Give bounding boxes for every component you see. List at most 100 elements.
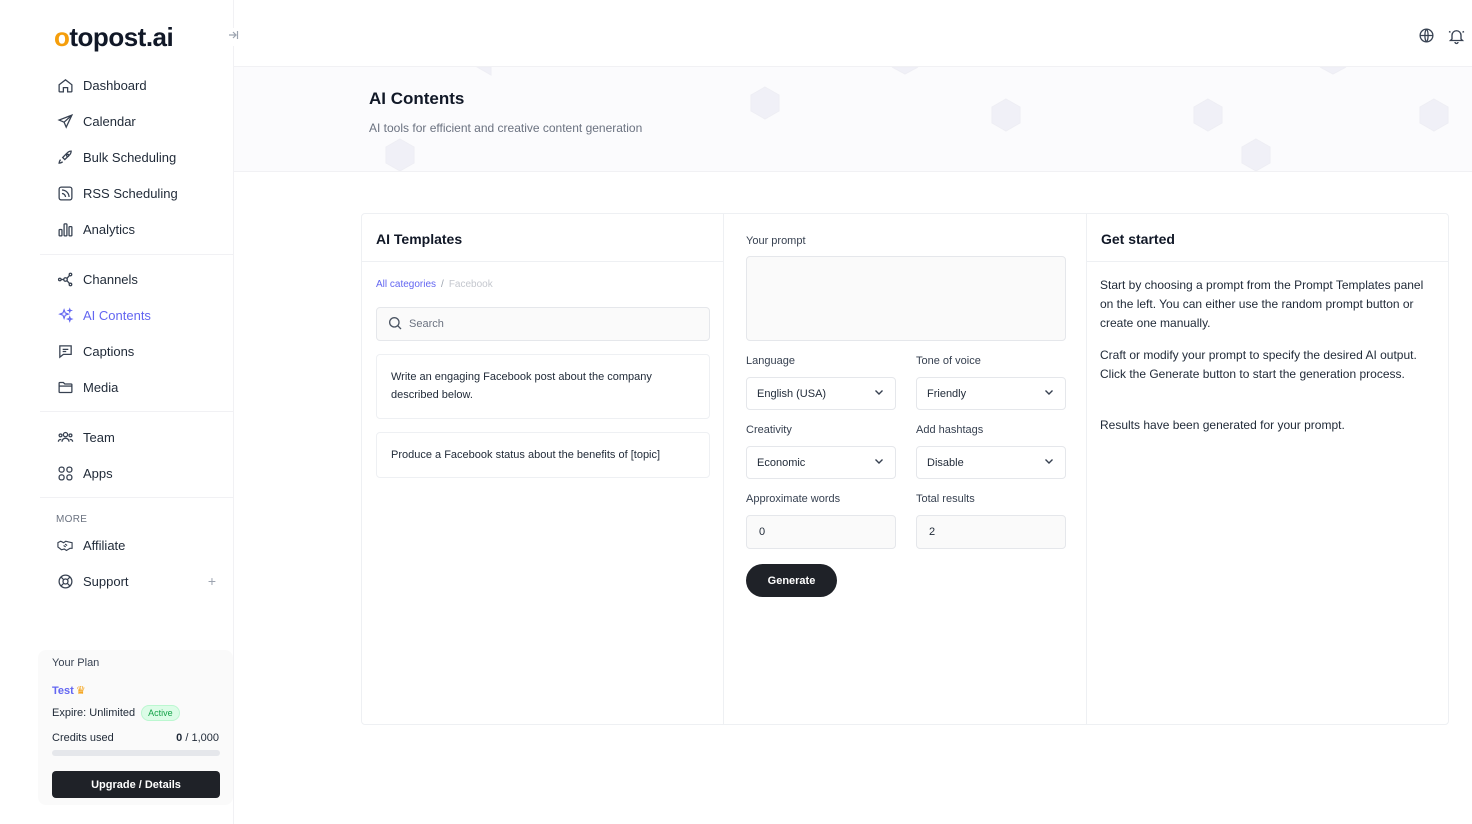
sidebar-item-label: Team [83, 429, 115, 445]
sidebar-item-label: Bulk Scheduling [83, 149, 177, 165]
nav-main: Dashboard Calendar Bulk Scheduling RSS S… [40, 67, 234, 247]
plan-name: Test ♛ [52, 684, 86, 697]
more-section-label: MORE [56, 514, 88, 525]
sidebar-item-support[interactable]: Support + [40, 563, 234, 599]
sidebar: otopost.ai Dashboard Calendar Bulk Sched… [0, 0, 242, 824]
credits-total: / 1,000 [182, 732, 219, 744]
globe-icon[interactable] [1418, 27, 1436, 45]
sidebar-item-label: AI Contents [83, 307, 151, 323]
expand-support-icon[interactable]: + [208, 573, 216, 589]
logo-text: topost.ai [69, 22, 174, 52]
hashtags-label: Add hashtags [916, 424, 984, 436]
templates-column: AI Templates All categories / Facebook Wri… [362, 214, 724, 724]
words-label: Approximate words [746, 493, 841, 505]
hexagon-pattern [385, 67, 1449, 171]
nav-more: Affiliate Support + [40, 527, 234, 599]
generate-button[interactable]: Generate [746, 564, 837, 597]
creativity-select[interactable]: Economic [746, 446, 896, 479]
sidebar-item-media[interactable]: Media [40, 369, 234, 405]
page-header: AI Contents AI tools for efficient and c… [234, 67, 1472, 172]
sidebar-item-apps[interactable]: Apps [40, 455, 234, 491]
credits-label: Credits used [52, 732, 114, 744]
sidebar-item-bulk-scheduling[interactable]: Bulk Scheduling [40, 139, 234, 175]
grid-icon [56, 464, 74, 482]
plan-card: Your Plan Test ♛ Expire: Unlimited Active… [38, 650, 233, 805]
sidebar-item-ai-contents[interactable]: AI Contents [40, 297, 234, 333]
sidebar-item-label: Channels [83, 271, 138, 287]
nav-divider [40, 254, 234, 255]
bell-icon[interactable] [1447, 27, 1465, 45]
sidebar-item-label: Analytics [83, 221, 136, 237]
sidebar-item-dashboard[interactable]: Dashboard [40, 67, 234, 103]
search-box [376, 307, 710, 341]
sidebar-item-label: Calendar [83, 113, 136, 129]
creativity-value: Economic [757, 456, 806, 469]
sidebar-item-label: Captions [83, 343, 135, 359]
get-started-title: Get started [1101, 231, 1175, 247]
lifebuoy-icon [56, 572, 74, 590]
sidebar-item-channels[interactable]: Channels [40, 261, 234, 297]
sidebar-item-analytics[interactable]: Analytics [40, 211, 234, 247]
expire-text: Expire: Unlimited [52, 707, 136, 719]
logo[interactable]: otopost.ai [54, 22, 174, 53]
hashtags-select[interactable]: Disable [916, 446, 1066, 479]
nav-divider [40, 497, 234, 498]
guide-paragraph: Craft or modify your prompt to specify t… [1100, 348, 1417, 381]
rocket-icon [56, 148, 74, 166]
sidebar-item-affiliate[interactable]: Affiliate [40, 527, 234, 563]
plan-expire: Expire: Unlimited Active [52, 705, 180, 721]
language-value: English (USA) [757, 387, 827, 400]
plan-name-text: Test [52, 685, 74, 697]
logo-mark: o [54, 22, 70, 52]
chevron-down-icon [873, 386, 885, 401]
sidebar-item-label: RSS Scheduling [83, 185, 178, 201]
crown-icon: ♛ [75, 685, 86, 697]
language-select[interactable]: English (USA) [746, 377, 896, 410]
template-item[interactable]: Produce a Facebook status about the bene… [376, 432, 710, 478]
breadcrumb: All categories / Facebook [376, 279, 493, 290]
creativity-label: Creativity [746, 424, 792, 436]
guide-paragraph: Start by choosing a prompt from the Prom… [1100, 278, 1424, 330]
status-badge: Active [141, 705, 180, 721]
get-started-header: Get started [1087, 214, 1448, 262]
page-subtitle: AI tools for efficient and creative cont… [369, 121, 643, 135]
nav-divider [40, 411, 234, 412]
get-started-column: Get started Start by choosing a prompt f… [1087, 214, 1448, 724]
page-title: AI Contents [369, 89, 465, 108]
nav-team: Team Apps [40, 419, 234, 491]
ai-contents-panel: AI Templates All categories / Facebook Wri… [361, 213, 1449, 725]
sidebar-item-rss-scheduling[interactable]: RSS Scheduling [40, 175, 234, 211]
prompt-form-column: Your prompt Language Tone of voice Engli… [724, 214, 1087, 724]
hashtags-value: Disable [927, 456, 964, 469]
handshake-icon [56, 536, 74, 554]
home-icon [56, 76, 74, 94]
upgrade-button[interactable]: Upgrade / Details [52, 771, 220, 798]
breadcrumb-all-categories[interactable]: All categories [376, 279, 436, 290]
prompt-textarea[interactable] [746, 256, 1066, 341]
chevron-down-icon [1043, 386, 1055, 401]
nav-content: Channels AI Contents Captions Media [40, 261, 234, 405]
sidebar-item-label: Media [83, 379, 119, 395]
guide-paragraph: Results have been generated for your pro… [1100, 418, 1345, 432]
plan-card-title: Your Plan [52, 657, 100, 669]
chevron-down-icon [1043, 455, 1055, 470]
chevron-down-icon [873, 455, 885, 470]
credits-progress-bar [52, 750, 220, 756]
sidebar-item-label: Apps [83, 465, 113, 481]
sidebar-item-label: Affiliate [83, 537, 126, 553]
prompt-label: Your prompt [746, 235, 806, 247]
language-label: Language [746, 355, 795, 367]
sidebar-item-captions[interactable]: Captions [40, 333, 234, 369]
tone-select[interactable]: Friendly [916, 377, 1066, 410]
sidebar-item-team[interactable]: Team [40, 419, 234, 455]
folder-icon [56, 378, 74, 396]
tone-value: Friendly [927, 387, 967, 400]
words-input[interactable] [746, 515, 896, 549]
template-item[interactable]: Write an engaging Facebook post about th… [376, 354, 710, 419]
results-label: Total results [916, 493, 975, 505]
sidebar-item-calendar[interactable]: Calendar [40, 103, 234, 139]
templates-header: AI Templates [362, 214, 723, 262]
search-input[interactable] [409, 318, 689, 330]
results-input[interactable] [916, 515, 1066, 549]
network-icon [56, 270, 74, 288]
